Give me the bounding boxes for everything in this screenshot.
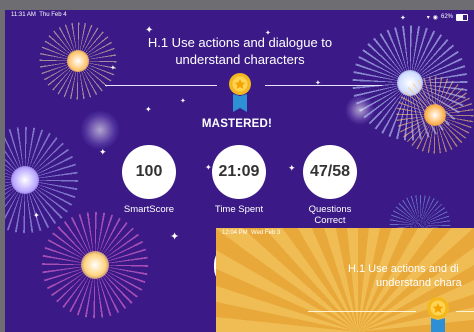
firework-decoration (390, 70, 474, 160)
status-time: 11:31 AM Thu Feb 4 (11, 12, 67, 18)
stat-questions-correct: 47/58 Questions Correct (302, 145, 358, 226)
skill-title-second-line2: understand chara (376, 277, 462, 289)
battery-icon (456, 13, 468, 21)
star-icon: ✦ (99, 147, 107, 157)
firework-decoration (33, 16, 123, 106)
divider-right (265, 85, 382, 86)
star-icon: ✦ (180, 98, 186, 105)
location-icon: ◉ (432, 14, 438, 21)
battery-percent: 62% (440, 14, 453, 20)
star-icon: ✦ (33, 211, 40, 220)
status-icons: ▾ ◉ 62% (427, 12, 468, 22)
time-spent-value: 21:09 (212, 145, 266, 199)
star-icon: ✦ (170, 231, 180, 243)
star-icon: ✦ (110, 65, 116, 72)
stat-time-spent: 21:09 Time Spent (211, 145, 267, 215)
smartscore-label: SmartScore (123, 204, 175, 215)
sparkle-glow (80, 110, 120, 150)
divider-left (105, 85, 217, 86)
skill-title: H.1 Use actions and dialogue to understa… (120, 34, 360, 68)
questions-correct-label: Questions Correct (308, 204, 352, 226)
smartscore-value: 100 (122, 145, 176, 199)
skill-title-second: H.1 Use actions and di understand chara (348, 262, 474, 290)
time-spent-label: Time Spent (214, 204, 264, 215)
star-icon: ✦ (145, 105, 152, 114)
medal-icon (229, 73, 251, 112)
mastered-label: MASTERED! (201, 118, 273, 130)
skill-title-line1: H.1 Use actions and dialogue to (147, 35, 333, 50)
questions-correct-value: 47/58 (303, 145, 357, 199)
wifi-icon: ▾ (426, 14, 430, 21)
star-icon: ✦ (288, 163, 296, 173)
skill-title-second-line1: H.1 Use actions and di (348, 263, 459, 275)
status-bar-second: 12:04 PM Wed Feb 3 (222, 230, 281, 236)
medal-icon (427, 297, 449, 332)
skill-title-line2: understand characters (175, 52, 305, 67)
status-bar: 11:31 AM Thu Feb 4 ▾ ◉ 62% (11, 12, 468, 22)
stat-smartscore: 100 SmartScore (121, 145, 177, 215)
divider-left-second (308, 311, 416, 312)
firework-decoration (35, 205, 155, 325)
ipad-screenshot-second: 12:04 PM Wed Feb 3 H.1 Use actions and d… (216, 228, 474, 332)
divider-right-second (456, 311, 474, 312)
